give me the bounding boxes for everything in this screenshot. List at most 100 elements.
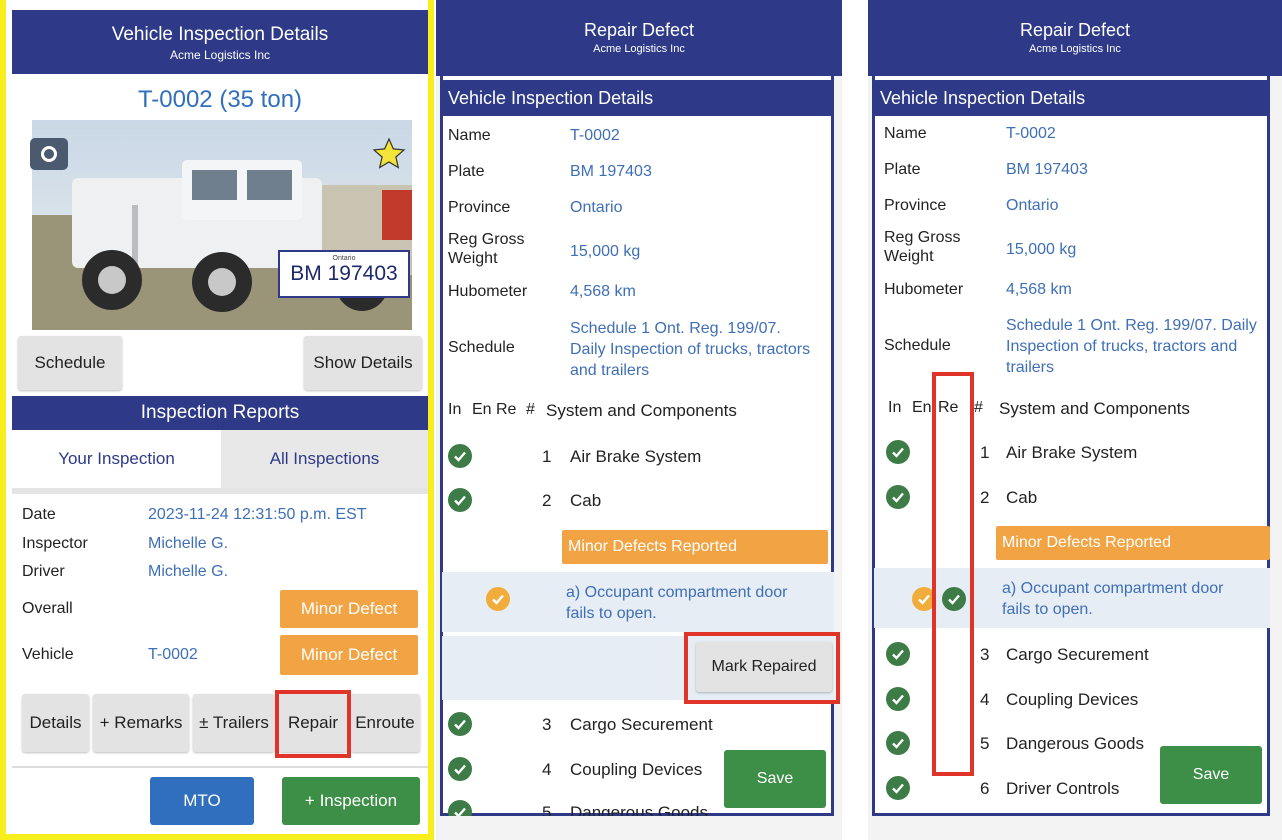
minor-defects-banner: Minor Defects Reported [562, 530, 828, 564]
row-num: 2 [542, 491, 552, 510]
tab-your-inspection[interactable]: Your Inspection [12, 430, 221, 488]
reports-title: Inspection Reports [140, 402, 300, 423]
left-screen: Vehicle Inspection Details Acme Logistic… [0, 0, 428, 840]
row-num: 6 [980, 779, 990, 798]
repair-highlight [275, 690, 351, 758]
check-icon [886, 440, 910, 464]
col-in: In [448, 401, 462, 418]
check-icon [448, 488, 472, 512]
header-subtitle: Acme Logistics Inc [169, 48, 271, 62]
repair-header: Repair Defect Acme Logistics Inc [868, 0, 1282, 76]
hubometer-label: Hubometer [884, 281, 964, 298]
name-value: T-0002 [1006, 125, 1056, 142]
warning-check-icon[interactable] [486, 587, 510, 611]
row-num: 4 [542, 760, 552, 779]
header-subtitle: Acme Logistics Inc [593, 43, 685, 55]
star-icon[interactable] [370, 136, 408, 172]
row-num: 5 [980, 734, 990, 753]
driver-value: Michelle G. [148, 563, 229, 580]
vehicle-value[interactable]: T-0002 [148, 646, 198, 664]
minor-defects-text: Minor Defects Reported [1002, 534, 1171, 551]
name-label: Name [448, 127, 491, 144]
weight-value: 15,000 kg [570, 243, 641, 260]
save-button[interactable]: Save [724, 750, 826, 808]
row-num: 4 [980, 690, 990, 709]
row-name[interactable]: Dangerous Goods [1006, 734, 1144, 754]
add-inspection-button[interactable]: + Inspection [282, 777, 420, 825]
row-name[interactable]: Cab [570, 491, 601, 511]
tab-all-inspections[interactable]: All Inspections [221, 430, 428, 488]
show-details-button[interactable]: Show Details [304, 336, 422, 390]
trailers-button[interactable]: ± Trailers [193, 694, 275, 752]
details-button[interactable]: Details [22, 694, 89, 752]
row-num: 1 [980, 443, 990, 462]
schedule-button[interactable]: Schedule [18, 336, 122, 390]
header-subtitle: Acme Logistics Inc [1029, 43, 1121, 55]
row-name[interactable]: Cargo Securement [1006, 645, 1149, 665]
col-num: # [974, 399, 983, 416]
plate-number: BM 197403 [290, 262, 398, 285]
row-name[interactable]: Cab [1006, 488, 1037, 508]
android-nav-bar [436, 816, 842, 840]
row-name[interactable]: Driver Controls [1006, 779, 1119, 799]
section-title: Vehicle Inspection Details [442, 80, 834, 116]
section-title: Vehicle Inspection Details [874, 80, 1270, 116]
check-icon [886, 731, 910, 755]
vehicle-title: T-0002 (35 ton) [137, 86, 303, 113]
overall-status-badge[interactable]: Minor Defect [280, 590, 418, 628]
header-title: Vehicle Inspection Details [111, 24, 329, 45]
date-value: 2023-11-24 12:31:50 p.m. EST [148, 506, 367, 523]
section-title-text: Vehicle Inspection Details [448, 87, 654, 108]
check-icon [886, 776, 910, 800]
vehicle-label: Vehicle [22, 646, 74, 663]
camera-icon[interactable] [30, 138, 68, 170]
row-name[interactable]: Air Brake System [570, 447, 701, 467]
check-icon [448, 712, 472, 736]
weight-label: Reg Gross Weight [448, 231, 525, 267]
row-name[interactable]: Coupling Devices [1006, 690, 1138, 710]
right-screen: Repair Defect Acme Logistics Inc Vehicle… [868, 0, 1282, 840]
defect-text: a) Occupant compartment door fails to op… [1002, 580, 1224, 618]
bottom-divider [12, 766, 428, 768]
mark-repaired-highlight [684, 632, 840, 704]
row-name[interactable]: Cargo Securement [570, 715, 713, 735]
plate-province: Ontario [332, 255, 356, 262]
save-button[interactable]: Save [1160, 746, 1262, 804]
col-system: System and Components [546, 401, 737, 420]
weight-label: Reg Gross Weight [884, 229, 961, 265]
name-value: T-0002 [570, 127, 620, 144]
schedule-value: Schedule 1 Ont. Reg. 199/07. Daily Inspe… [1006, 317, 1257, 376]
enroute-button[interactable]: Enroute [350, 694, 420, 752]
row-num: 2 [980, 488, 990, 507]
plate-value: BM 197403 [1006, 161, 1088, 178]
schedule-label: Schedule [448, 339, 515, 356]
name-label: Name [884, 125, 927, 142]
reports-header: Inspection Reports [12, 396, 428, 430]
check-icon [886, 642, 910, 666]
driver-label: Driver [22, 563, 65, 580]
minor-defects-text: Minor Defects Reported [568, 538, 737, 555]
province-value: Ontario [1006, 197, 1059, 214]
remarks-button[interactable]: + Remarks [93, 694, 189, 752]
plate-value: BM 197403 [570, 163, 652, 180]
row-num: 3 [542, 715, 552, 734]
mto-button[interactable]: MTO [150, 777, 254, 825]
plate-label: Plate [884, 161, 921, 178]
col-in: In [888, 399, 902, 416]
province-label: Province [448, 199, 511, 216]
col-system: System and Components [999, 399, 1190, 418]
row-name[interactable]: Coupling Devices [570, 760, 702, 780]
schedule-label: Schedule [884, 337, 951, 354]
truck-photo [32, 120, 412, 330]
plate-card: Ontario BM 197403 [278, 250, 410, 298]
hubometer-value: 4,568 km [570, 283, 636, 300]
vehicle-status-badge[interactable]: Minor Defect [280, 635, 418, 675]
check-icon [886, 687, 910, 711]
province-label: Province [884, 197, 947, 214]
schedule-value: Schedule 1 Ont. Reg. 199/07. Daily Inspe… [570, 320, 811, 379]
details-card [440, 76, 834, 816]
tab-all-inspections-label: All Inspections [269, 449, 380, 468]
tab-your-inspection-label: Your Inspection [58, 449, 175, 468]
row-name[interactable]: Air Brake System [1006, 443, 1137, 463]
row-num: 3 [980, 645, 990, 664]
